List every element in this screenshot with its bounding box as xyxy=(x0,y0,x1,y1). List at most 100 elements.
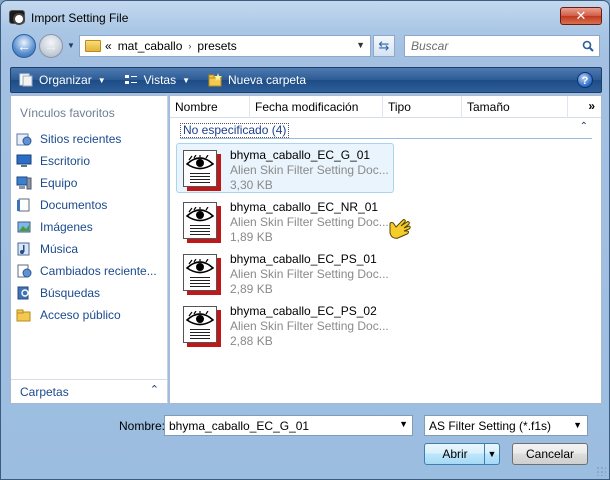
organize-label: Organizar xyxy=(39,73,92,87)
help-icon[interactable]: ? xyxy=(577,72,593,88)
chevron-up-icon[interactable]: ⌃ xyxy=(150,383,159,396)
organize-icon xyxy=(19,73,33,87)
alien-skin-document-icon xyxy=(183,306,221,347)
back-button[interactable]: ← xyxy=(12,34,36,58)
chevron-down-icon[interactable]: ▼ xyxy=(573,420,582,430)
file-size: 1,89 KB xyxy=(230,230,273,244)
chevron-down-icon[interactable]: ▼ xyxy=(356,40,365,50)
close-icon: ✕ xyxy=(575,8,587,23)
arrow-right-icon: → xyxy=(44,38,58,54)
group-header[interactable]: No especificado (4) ⌃ xyxy=(180,121,592,139)
column-header-row: Nombre Fecha modificación Tipo Tamaño » xyxy=(170,96,601,118)
dialog-window: Import Setting File ✕ ← → ▼ « mat_caball… xyxy=(0,0,610,480)
views-icon xyxy=(124,75,137,84)
sidebar-item-label: Escritorio xyxy=(40,154,91,168)
file-name: bhyma_caballo_EC_PS_01 xyxy=(230,252,377,266)
file-size: 3,30 KB xyxy=(230,178,273,192)
search-input[interactable]: Buscar xyxy=(404,35,600,57)
organize-button[interactable]: Organizar ▼ xyxy=(19,73,106,87)
open-button[interactable]: Abrir ▼ xyxy=(424,443,500,465)
breadcrumb-separator[interactable]: › xyxy=(188,41,191,51)
chevron-up-icon[interactable]: ⌃ xyxy=(580,121,588,132)
recent-places-icon xyxy=(16,133,32,146)
more-columns-icon[interactable]: » xyxy=(588,99,595,113)
arrow-left-icon: ← xyxy=(17,38,31,54)
file-name-input[interactable]: bhyma_caballo_EC_G_01 ▼ xyxy=(164,415,413,436)
new-folder-button[interactable]: Nueva carpeta xyxy=(208,73,306,87)
sidebar-item-desktop[interactable]: Escritorio xyxy=(11,150,167,172)
sidebar-item-label: Música xyxy=(40,242,79,256)
sidebar-item-label: Búsquedas xyxy=(40,286,101,300)
sidebar-item-label: Imágenes xyxy=(40,220,93,234)
file-name: bhyma_caballo_EC_G_01 xyxy=(230,148,371,162)
chevron-down-icon: ▼ xyxy=(182,75,190,85)
recent-pages-dropdown[interactable]: ▼ xyxy=(67,41,75,50)
folder-icon xyxy=(85,40,101,52)
sidebar-item-documents[interactable]: Documentos xyxy=(11,194,167,216)
chevron-down-icon: ▼ xyxy=(97,75,106,85)
column-header-type[interactable]: Tipo xyxy=(383,96,462,118)
alien-skin-document-icon xyxy=(183,254,221,295)
sidebar-item-computer[interactable]: Equipo xyxy=(11,172,167,194)
recently-changed-icon xyxy=(17,264,32,278)
close-button[interactable]: ✕ xyxy=(560,7,602,25)
cancel-button[interactable]: Cancelar xyxy=(512,443,588,465)
sidebar-item-label: Documentos xyxy=(40,198,108,212)
sidebar-item-recent-places[interactable]: Sitios recientes xyxy=(11,128,167,150)
chevron-down-icon[interactable]: ▼ xyxy=(399,419,408,429)
file-type: Alien Skin Filter Setting Doc... xyxy=(230,267,389,281)
file-size: 2,89 KB xyxy=(230,282,273,296)
sidebar-item-label: Equipo xyxy=(40,176,78,190)
column-header-size[interactable]: Tamaño xyxy=(462,96,568,118)
hand-cursor-icon xyxy=(389,219,411,239)
sidebar-item-pictures[interactable]: Imágenes xyxy=(11,216,167,238)
sidebar-item-music[interactable]: Música xyxy=(11,238,167,260)
column-header-name[interactable]: Nombre xyxy=(170,96,250,118)
music-icon xyxy=(17,242,30,256)
folders-label: Carpetas xyxy=(20,385,69,399)
help-glyph: ? xyxy=(581,75,589,87)
address-bar[interactable]: « mat_caballo › presets ▼ xyxy=(79,35,371,57)
sidebar-item-recently-changed[interactable]: Cambiados reciente... xyxy=(11,260,167,282)
search-placeholder: Buscar xyxy=(411,39,449,53)
file-type-select[interactable]: AS Filter Setting (*.f1s) ▼ xyxy=(424,415,588,436)
search-icon[interactable] xyxy=(582,40,594,52)
column-header-date[interactable]: Fecha modificación xyxy=(250,96,383,118)
sidebar-item-public[interactable]: Acceso público xyxy=(11,304,167,326)
computer-icon xyxy=(16,176,32,190)
window-title: Import Setting File xyxy=(31,11,129,25)
file-item[interactable]: bhyma_caballo_EC_PS_01 Alien Skin Filter… xyxy=(176,247,394,297)
file-type: Alien Skin Filter Setting Doc... xyxy=(230,215,389,229)
forward-button[interactable]: → xyxy=(39,34,63,58)
title-bar[interactable]: Import Setting File ✕ xyxy=(1,1,609,31)
views-label: Vistas xyxy=(143,73,177,87)
file-name-label: Nombre: xyxy=(119,419,166,433)
sidebar-item-label: Cambiados reciente... xyxy=(40,264,157,278)
command-toolbar: Organizar ▼ Vistas ▼ Nueva carpeta ? xyxy=(10,67,602,93)
file-name-value: bhyma_caballo_EC_G_01 xyxy=(169,419,310,433)
file-item[interactable]: bhyma_caballo_EC_PS_02 Alien Skin Filter… xyxy=(176,299,394,349)
breadcrumb-segment[interactable]: mat_caballo xyxy=(118,39,183,53)
file-name: bhyma_caballo_EC_NR_01 xyxy=(230,200,379,214)
refresh-button[interactable]: ⇆ xyxy=(373,35,395,57)
app-eye-icon xyxy=(9,10,25,25)
file-item[interactable]: bhyma_caballo_EC_NR_01 Alien Skin Filter… xyxy=(176,195,394,245)
address-overflow[interactable]: « xyxy=(105,39,112,53)
folders-toggle[interactable]: Carpetas ⌃ xyxy=(11,379,167,403)
file-size: 2,88 KB xyxy=(230,334,273,348)
searches-icon xyxy=(17,286,29,300)
new-folder-label: Nueva carpeta xyxy=(228,73,307,87)
breadcrumb-segment[interactable]: presets xyxy=(197,39,236,53)
file-list-pane: Nombre Fecha modificación Tipo Tamaño » … xyxy=(169,95,602,404)
sidebar-item-searches[interactable]: Búsquedas xyxy=(11,282,167,304)
file-item[interactable]: bhyma_caballo_EC_G_01 Alien Skin Filter … xyxy=(176,143,394,193)
views-button[interactable]: Vistas ▼ xyxy=(124,73,190,87)
sidebar-item-label: Acceso público xyxy=(40,308,121,322)
desktop-icon xyxy=(16,154,32,167)
refresh-icon: ⇆ xyxy=(378,38,390,53)
open-button-label: Abrir xyxy=(442,447,468,461)
cancel-button-label: Cancelar xyxy=(525,447,575,461)
new-folder-icon xyxy=(208,73,222,87)
open-options-dropdown[interactable]: ▼ xyxy=(484,444,499,464)
resize-grip[interactable] xyxy=(596,466,606,476)
